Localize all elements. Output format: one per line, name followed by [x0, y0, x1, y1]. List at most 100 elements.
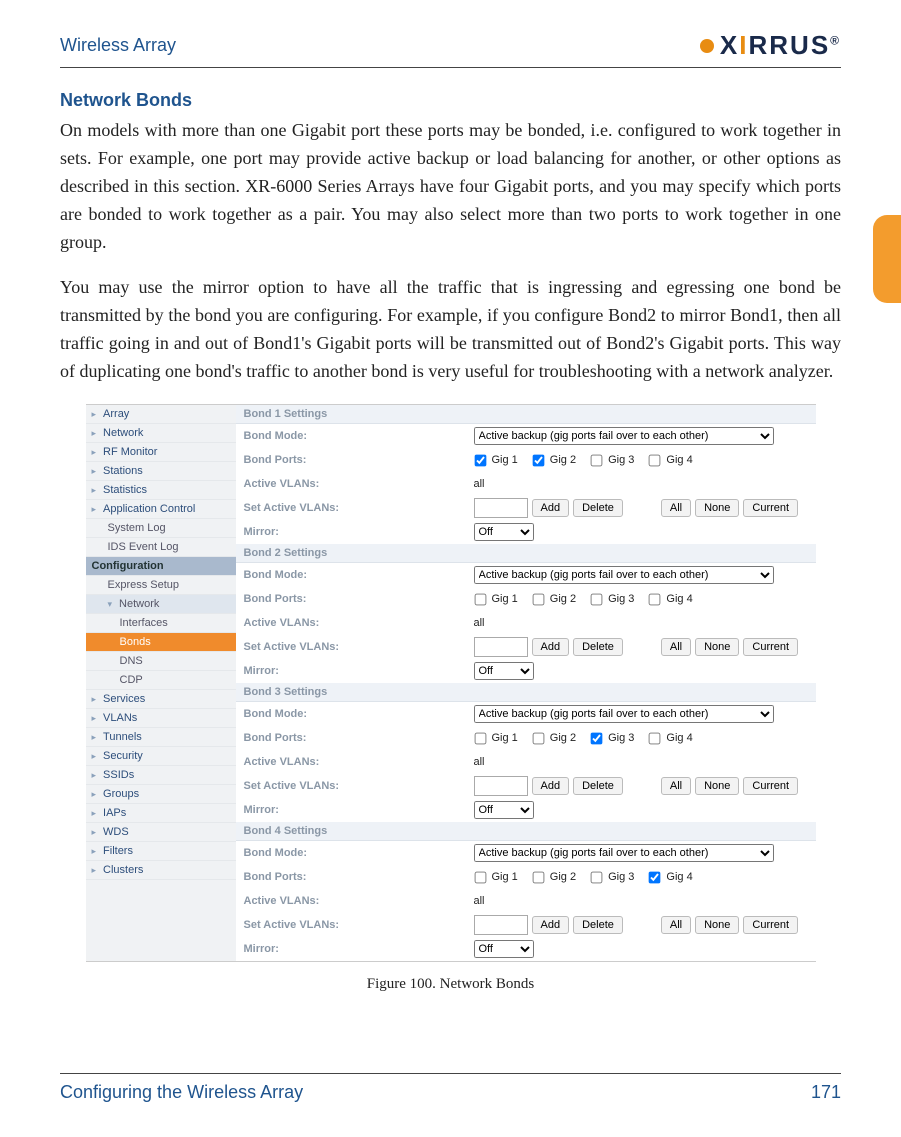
gig-port-option[interactable]: Gig 2 [532, 732, 576, 745]
gig-port-option[interactable]: Gig 3 [590, 732, 634, 745]
delete-button[interactable]: Delete [573, 499, 623, 517]
vlan-input[interactable] [474, 498, 528, 518]
current-button[interactable]: Current [743, 777, 798, 795]
delete-button[interactable]: Delete [573, 777, 623, 795]
mirror-select[interactable]: Off [474, 523, 534, 541]
gig-port-checkbox[interactable] [474, 593, 486, 605]
gig-port-option[interactable]: Gig 1 [474, 593, 518, 606]
bond-mode-select[interactable]: Active backup (gig ports fail over to ea… [474, 844, 774, 862]
active-vlans-label: Active VLANs: [244, 617, 474, 629]
bond-mode-label: Bond Mode: [244, 569, 474, 581]
nav-security[interactable]: Security [86, 747, 236, 766]
nav-rf-monitor[interactable]: RF Monitor [86, 443, 236, 462]
nav-network-sub[interactable]: ▾Network [86, 595, 236, 614]
gig-port-checkbox[interactable] [591, 871, 603, 883]
gig-port-option[interactable]: Gig 4 [648, 871, 692, 884]
nav-clusters[interactable]: Clusters [86, 861, 236, 880]
nav-cdp[interactable]: CDP [86, 671, 236, 690]
gig-port-checkbox[interactable] [474, 454, 486, 466]
gig-port-option[interactable]: Gig 4 [648, 454, 692, 467]
gig-port-checkbox[interactable] [591, 593, 603, 605]
nav-ssids[interactable]: SSIDs [86, 766, 236, 785]
vlan-input[interactable] [474, 915, 528, 935]
vlan-input[interactable] [474, 637, 528, 657]
mirror-select[interactable]: Off [474, 801, 534, 819]
gig-port-checkbox[interactable] [532, 593, 544, 605]
gig-port-option[interactable]: Gig 3 [590, 454, 634, 467]
caret-down-icon: ▾ [108, 599, 113, 610]
nav-interfaces[interactable]: Interfaces [86, 614, 236, 633]
all-button[interactable]: All [661, 499, 691, 517]
none-button[interactable]: None [695, 499, 739, 517]
current-button[interactable]: Current [743, 499, 798, 517]
gig-port-checkbox[interactable] [649, 732, 661, 744]
none-button[interactable]: None [695, 777, 739, 795]
nav-system-log[interactable]: System Log [86, 519, 236, 538]
nav-ids-event-log[interactable]: IDS Event Log [86, 538, 236, 557]
gig-port-checkbox[interactable] [649, 454, 661, 466]
nav-vlans[interactable]: VLANs [86, 709, 236, 728]
gig-port-checkbox[interactable] [649, 593, 661, 605]
nav-stations[interactable]: Stations [86, 462, 236, 481]
nav-wds[interactable]: WDS [86, 823, 236, 842]
caret-right-icon [92, 864, 100, 876]
nav-tunnels[interactable]: Tunnels [86, 728, 236, 747]
nav-array[interactable]: Array [86, 405, 236, 424]
gig-port-checkbox[interactable] [532, 871, 544, 883]
nav-app-control[interactable]: Application Control [86, 500, 236, 519]
page-header: Wireless Array XIRRUS® [60, 30, 841, 68]
gig-port-checkbox[interactable] [591, 732, 603, 744]
gig-port-option[interactable]: Gig 3 [590, 871, 634, 884]
caret-right-icon [92, 427, 100, 439]
nav-statistics[interactable]: Statistics [86, 481, 236, 500]
add-button[interactable]: Add [532, 499, 570, 517]
nav-configuration[interactable]: Configuration [86, 557, 236, 576]
gig-port-checkbox[interactable] [532, 454, 544, 466]
mirror-select[interactable]: Off [474, 940, 534, 958]
gig-port-checkbox[interactable] [474, 732, 486, 744]
nav-express-setup[interactable]: Express Setup [86, 576, 236, 595]
gig-port-option[interactable]: Gig 1 [474, 871, 518, 884]
gig-port-option[interactable]: Gig 4 [648, 593, 692, 606]
all-button[interactable]: All [661, 638, 691, 656]
logo-dot-icon [700, 39, 714, 53]
add-button[interactable]: Add [532, 777, 570, 795]
bond-mode-select[interactable]: Active backup (gig ports fail over to ea… [474, 705, 774, 723]
all-button[interactable]: All [661, 916, 691, 934]
caret-right-icon [92, 826, 100, 838]
nav-iaps[interactable]: IAPs [86, 804, 236, 823]
set-active-vlans-row: Set Active VLANs:AddDeleteAllNoneCurrent [236, 496, 816, 520]
none-button[interactable]: None [695, 638, 739, 656]
gig-port-option[interactable]: Gig 1 [474, 732, 518, 745]
nav-services[interactable]: Services [86, 690, 236, 709]
bond-mode-select[interactable]: Active backup (gig ports fail over to ea… [474, 566, 774, 584]
delete-button[interactable]: Delete [573, 916, 623, 934]
nav-network[interactable]: Network [86, 424, 236, 443]
gig-port-checkbox[interactable] [649, 871, 661, 883]
gig-port-option[interactable]: Gig 3 [590, 593, 634, 606]
gig-port-checkbox[interactable] [532, 732, 544, 744]
gig-port-option[interactable]: Gig 2 [532, 454, 576, 467]
delete-button[interactable]: Delete [573, 638, 623, 656]
all-button[interactable]: All [661, 777, 691, 795]
gig-port-label: Gig 1 [492, 454, 518, 466]
vlan-input[interactable] [474, 776, 528, 796]
gig-port-option[interactable]: Gig 1 [474, 454, 518, 467]
gig-port-checkbox[interactable] [474, 871, 486, 883]
gig-port-option[interactable]: Gig 2 [532, 593, 576, 606]
current-button[interactable]: Current [743, 638, 798, 656]
bond-mode-select[interactable]: Active backup (gig ports fail over to ea… [474, 427, 774, 445]
none-button[interactable]: None [695, 916, 739, 934]
gig-port-option[interactable]: Gig 2 [532, 871, 576, 884]
current-button[interactable]: Current [743, 916, 798, 934]
gig-port-option[interactable]: Gig 4 [648, 732, 692, 745]
add-button[interactable]: Add [532, 916, 570, 934]
add-button[interactable]: Add [532, 638, 570, 656]
bond-ports-label: Bond Ports: [244, 732, 474, 744]
nav-bonds-selected[interactable]: Bonds [86, 633, 236, 652]
mirror-select[interactable]: Off [474, 662, 534, 680]
nav-groups[interactable]: Groups [86, 785, 236, 804]
gig-port-checkbox[interactable] [591, 454, 603, 466]
nav-dns[interactable]: DNS [86, 652, 236, 671]
nav-filters[interactable]: Filters [86, 842, 236, 861]
